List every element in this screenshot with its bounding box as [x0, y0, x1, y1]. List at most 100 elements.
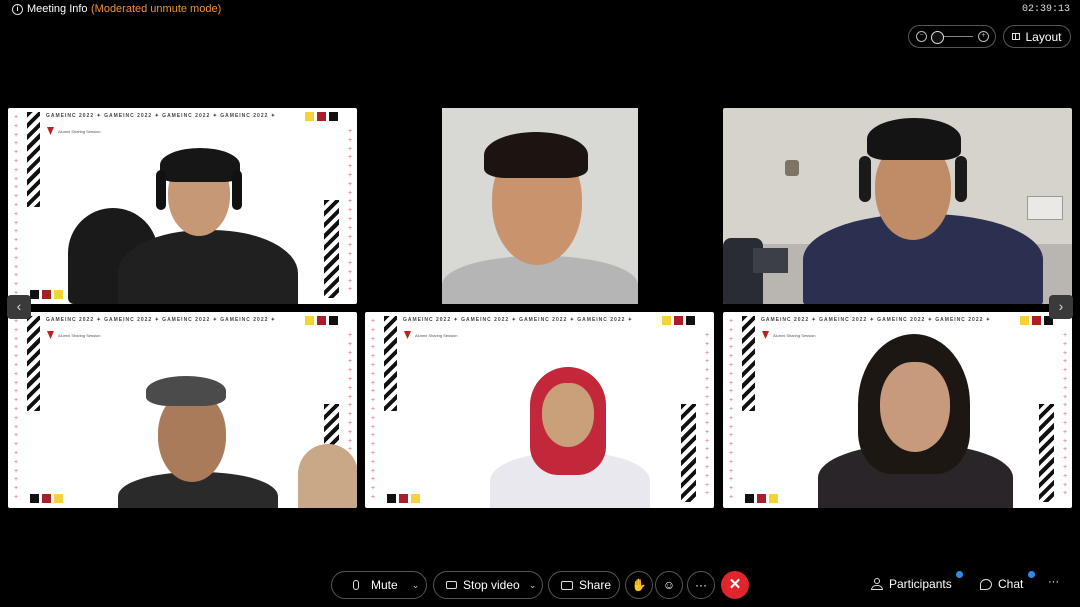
- top-bar: i Meeting Info (Moderated unmute mode) 0…: [0, 0, 1080, 20]
- headphones-icon: [859, 156, 871, 202]
- participant-video: [818, 334, 1018, 508]
- close-icon: ✕: [728, 576, 742, 593]
- red-swatch: [317, 112, 326, 121]
- monitor: [753, 248, 788, 273]
- yellow-swatch: [662, 316, 671, 325]
- frame-stripe-decoration: [681, 404, 696, 502]
- share-label: Share: [579, 578, 612, 592]
- yellow-swatch: [305, 316, 314, 325]
- gameinc-logo: [47, 127, 54, 135]
- gameinc-logo: [762, 331, 769, 339]
- layout-icon: [1012, 33, 1021, 40]
- video-tile-4[interactable]: + + + + + + + + + + + + + + + + + + + + …: [8, 312, 357, 508]
- red-swatch: [42, 494, 51, 503]
- frame-stripe-decoration: [1039, 404, 1054, 502]
- frame-subtitle: Alumni Sharing Session: [415, 333, 458, 338]
- raise-hand-button[interactable]: ✋: [625, 571, 653, 599]
- next-page-button[interactable]: ›: [1049, 295, 1073, 319]
- frame-stripe-decoration: [324, 200, 339, 298]
- flat-cap: [146, 376, 226, 406]
- black-swatch: [387, 494, 396, 503]
- zoom-slider[interactable]: − +: [908, 25, 996, 48]
- meeting-timer: 02:39:13: [1021, 4, 1070, 15]
- yellow-swatch: [1020, 316, 1029, 325]
- yellow-swatch: [54, 494, 63, 503]
- frame-stripe-decoration: [742, 316, 755, 411]
- gameinc-logo: [47, 331, 54, 339]
- yellow-swatch: [305, 112, 314, 121]
- meeting-info-button[interactable]: i Meeting Info: [12, 3, 88, 15]
- smiley-icon: ☺: [662, 578, 676, 592]
- frame-cross-pattern: + + + + + + + + + + + + + + + + + + + + …: [370, 318, 376, 501]
- black-swatch: [329, 316, 338, 325]
- share-button[interactable]: Share: [548, 571, 620, 599]
- frame-header-text: GAMEINC 2022 ✦ GAMEINC 2022 ✦ GAMEINC 20…: [403, 317, 633, 323]
- chat-bubble-icon: [980, 578, 992, 590]
- frame-header-text: GAMEINC 2022 ✦ GAMEINC 2022 ✦ GAMEINC 20…: [761, 317, 991, 323]
- overflow-label: ···: [1048, 576, 1059, 588]
- participants-button[interactable]: Participants: [871, 577, 952, 591]
- gameinc-logo: [404, 331, 411, 339]
- headphones-icon: [156, 170, 166, 210]
- share-screen-icon: [561, 580, 573, 590]
- hand-icon: ✋: [631, 578, 647, 592]
- layout-button[interactable]: Layout: [1003, 25, 1071, 48]
- participant-video: [68, 148, 298, 304]
- frame-subtitle: Alumni Sharing Session: [58, 129, 101, 134]
- frame-cross-pattern: + + + + + + + + + + + + + + + + + + +: [347, 128, 353, 294]
- microphone-icon: [353, 580, 359, 590]
- frame-cross-pattern: + + + + + + + + + + + + + + + + + + +: [704, 332, 710, 498]
- black-swatch: [30, 290, 39, 299]
- frame-stripe-decoration: [27, 112, 40, 207]
- participants-notification-dot: [956, 571, 963, 578]
- red-swatch: [317, 316, 326, 325]
- black-swatch: [329, 112, 338, 121]
- leave-meeting-button[interactable]: ✕: [721, 571, 749, 599]
- chat-label: Chat: [998, 577, 1024, 591]
- red-swatch: [757, 494, 766, 503]
- black-swatch: [745, 494, 754, 503]
- more-options-button[interactable]: ···: [687, 571, 715, 599]
- red-swatch: [42, 290, 51, 299]
- frame-subtitle: Alumni Sharing Session: [773, 333, 816, 338]
- frame-cross-pattern: + + + + + + + + + + + + + + + + + + +: [1062, 332, 1068, 498]
- chevron-down-icon[interactable]: ⌄: [529, 580, 537, 591]
- person-icon: [871, 578, 883, 590]
- black-swatch: [30, 494, 39, 503]
- frame-cross-pattern: + + + + + + + + + + + + + + + + + + + + …: [13, 318, 19, 501]
- mute-button[interactable]: Mute ⌄: [331, 571, 427, 599]
- participants-label: Participants: [889, 577, 952, 591]
- video-tile-6[interactable]: + + + + + + + + + + + + + + + + + + + + …: [723, 312, 1072, 508]
- video-tile-1[interactable]: + + + + + + + + + + + + + + + + + + + + …: [8, 108, 357, 304]
- chevron-down-icon[interactable]: ⌄: [412, 580, 420, 591]
- overflow-menu-button[interactable]: ···: [1048, 576, 1059, 588]
- frame-subtitle: Alumni Sharing Session: [58, 333, 101, 338]
- zoom-handle[interactable]: [931, 31, 944, 44]
- more-label: ···: [695, 578, 707, 592]
- mute-label: Mute: [371, 578, 398, 592]
- previous-page-button[interactable]: ‹: [7, 295, 31, 319]
- unmute-mode-status: (Moderated unmute mode): [91, 3, 222, 15]
- black-swatch: [686, 316, 695, 325]
- stop-video-button[interactable]: Stop video ⌄: [433, 571, 543, 599]
- participant-video: [793, 114, 1043, 304]
- participant-video: [118, 374, 357, 508]
- chat-notification-dot: [1028, 571, 1035, 578]
- participant-video: [485, 367, 655, 508]
- zoom-out-icon[interactable]: −: [916, 31, 927, 42]
- frame-stripe-decoration: [384, 316, 397, 411]
- red-swatch: [674, 316, 683, 325]
- reactions-button[interactable]: ☺: [655, 571, 683, 599]
- meeting-info-label: Meeting Info: [27, 3, 88, 15]
- frame-header-text: GAMEINC 2022 ✦ GAMEINC 2022 ✦ GAMEINC 20…: [46, 113, 276, 119]
- video-tile-2[interactable]: [365, 108, 714, 304]
- chat-button[interactable]: Chat: [980, 577, 1023, 591]
- frame-cross-pattern: + + + + + + + + + + + + + + + + + + + + …: [13, 114, 19, 297]
- info-icon: i: [12, 3, 23, 15]
- layout-label: Layout: [1025, 29, 1062, 44]
- participant-video: [442, 128, 638, 304]
- video-tile-3[interactable]: [723, 108, 1072, 304]
- video-tile-5[interactable]: + + + + + + + + + + + + + + + + + + + + …: [365, 312, 714, 508]
- zoom-in-icon[interactable]: +: [978, 31, 989, 42]
- frame-stripe-decoration: [27, 316, 40, 411]
